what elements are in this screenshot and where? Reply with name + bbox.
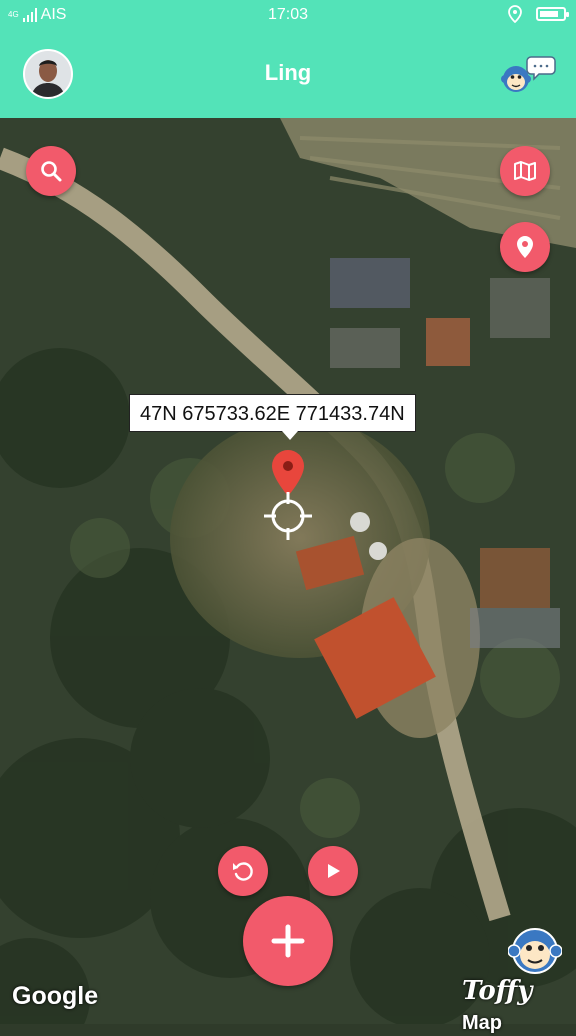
search-icon: [41, 161, 62, 182]
add-button[interactable]: [243, 896, 333, 986]
toffy-map-logo: Toffy Map: [462, 976, 576, 1036]
location-pin-icon: [517, 236, 533, 258]
plus-icon: [271, 924, 305, 958]
search-button[interactable]: [26, 146, 76, 196]
battery-icon: [536, 7, 569, 21]
location-status-icon: [508, 5, 522, 23]
page-title: Ling: [264, 60, 312, 85]
monkey-chat-icon: [501, 56, 556, 92]
coordinate-label: 47N 675733.62E 771433.74N: [129, 394, 416, 440]
app-bar: Ling: [0, 30, 576, 118]
status-right: [508, 5, 569, 23]
map-icon: [514, 161, 536, 181]
refresh-icon: [233, 862, 253, 881]
crosshair-icon: [264, 492, 312, 540]
toffy-brand: Toffy: [462, 976, 533, 1006]
play-button[interactable]: [308, 846, 358, 896]
refresh-button[interactable]: [218, 846, 268, 896]
monkey-chat-button[interactable]: [501, 55, 556, 95]
toffy-map-word: Map: [462, 1012, 502, 1034]
my-location-button[interactable]: [500, 222, 550, 272]
status-bar: 4G AIS 17:03: [0, 0, 576, 30]
map-layers-button[interactable]: [500, 146, 550, 196]
satellite-map[interactable]: 47N 675733.62E 771433.74N: [0, 118, 576, 1024]
google-attribution: Google: [12, 982, 99, 1010]
clock: 17:03: [267, 6, 309, 23]
satellite-imagery: [0, 118, 576, 1024]
play-icon: [328, 864, 340, 878]
toffy-monkey-icon[interactable]: [508, 926, 562, 976]
